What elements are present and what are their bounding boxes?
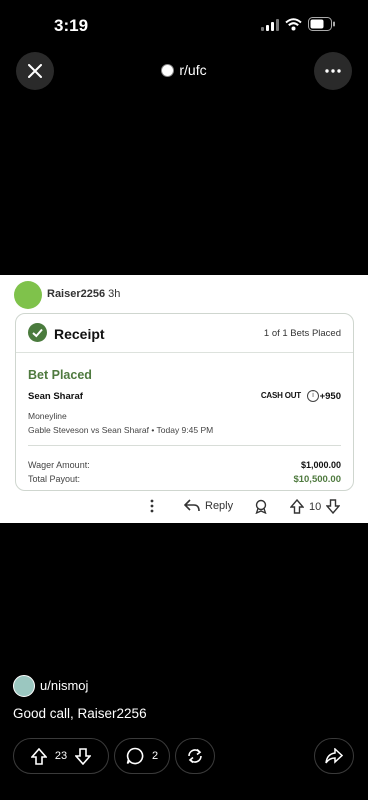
post-vote-count: 10 [309,500,322,513]
reply-icon [184,499,200,512]
crosspost-button[interactable] [175,738,215,774]
share-button[interactable] [314,738,354,774]
bet-matchup: Gable Steveson vs Sean Sharaf • Today 9:… [28,425,214,435]
subreddit-icon [161,63,175,77]
check-icon [28,323,47,342]
divider [28,445,341,446]
share-icon [325,748,343,764]
post-username: Raiser2256 [47,288,106,300]
award-icon [255,499,267,514]
cell-signal-icon [261,19,279,31]
post-age: 3h [108,288,121,300]
upvote-icon[interactable] [30,747,47,765]
post-action-bar: Reply 10 [0,497,368,521]
bet-type: Moneyline [28,411,67,421]
receipt-header: Receipt 1 of 1 Bets Placed [16,314,353,353]
bet-odds: +950 [319,391,341,402]
comment-vote-group: 23 [13,738,109,774]
subreddit-title[interactable]: r/ufc [0,62,368,78]
upvote-icon[interactable] [290,499,304,514]
reply-button[interactable]: Reply [184,499,233,512]
info-icon: i [307,390,319,402]
comments-button[interactable]: 2 [114,738,170,774]
comment-body: Good call, Raiser2256 [13,706,147,721]
comment-avatar[interactable] [13,675,35,697]
post-vote-group: 10 [290,499,341,514]
bet-receipt: Receipt 1 of 1 Bets Placed Bet Placed Se… [15,313,354,491]
crosspost-icon [188,748,202,764]
post-more-button[interactable] [150,499,154,513]
reply-label: Reply [205,499,234,512]
downvote-icon[interactable] [326,499,341,514]
comment-username[interactable]: u/nismoj [40,678,88,693]
comment-icon [126,747,144,765]
post-author: Raiser2256 3h [47,288,120,300]
battery-icon [308,17,335,31]
comment-count: 2 [151,750,159,762]
downvote-icon[interactable] [75,747,92,765]
bets-count: 1 of 1 Bets Placed [263,328,341,339]
bet-status: Bet Placed [28,368,92,382]
bet-pick: Sean Sharaf [28,391,83,402]
more-icon [325,69,341,73]
comment-vote-count: 23 [54,750,68,762]
status-time: 3:19 [54,16,89,35]
wager-label: Wager Amount: [28,460,90,470]
post-image[interactable]: Raiser2256 3h Receipt 1 of 1 Bets Placed… [0,275,368,523]
wager-value: $1,000.00 [300,460,341,470]
payout-value: $10,500.00 [293,474,341,485]
subreddit-name: r/ufc [179,62,207,78]
award-button[interactable] [254,499,268,514]
kebab-icon [150,499,154,513]
cash-out-label: CASH OUT [260,391,301,400]
more-options-button[interactable] [314,52,352,90]
avatar [14,281,42,309]
receipt-title: Receipt [54,326,105,342]
payout-label: Total Payout: [28,474,81,484]
wifi-icon [285,18,302,31]
